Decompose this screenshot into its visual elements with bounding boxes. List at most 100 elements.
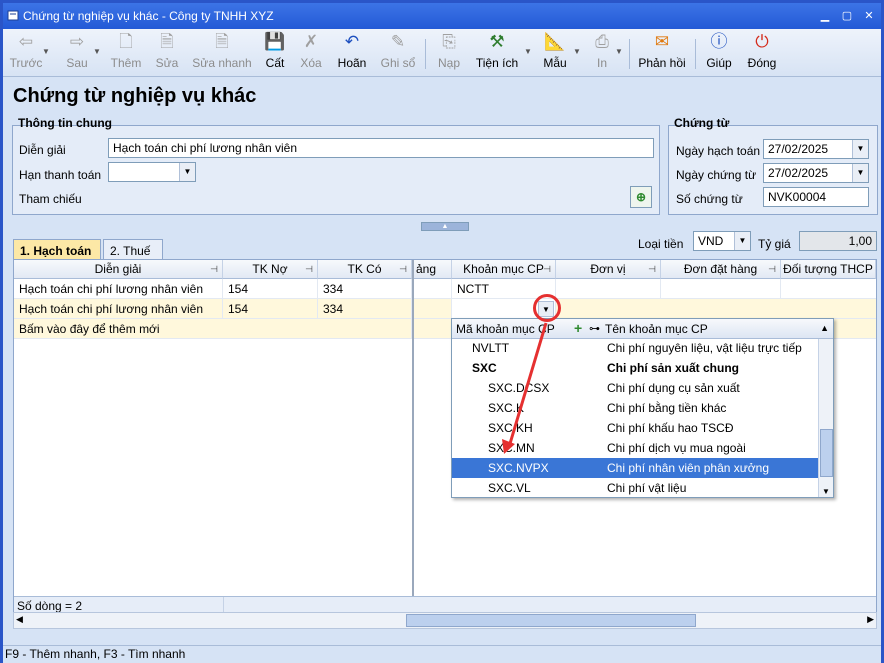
chevron-down-icon[interactable]: ▼	[822, 487, 830, 496]
template-button[interactable]: 📐 Mẫu	[541, 31, 569, 70]
cell-amount[interactable]	[414, 279, 452, 299]
arrow-right-icon[interactable]: ▶	[867, 614, 874, 625]
dropdown-item[interactable]: SXC.KH Chi phí khấu hao TSCĐ	[452, 418, 818, 438]
currency-label: Loại tiền	[638, 237, 684, 251]
arrow-left-icon: ⇦	[18, 32, 34, 51]
pin-icon[interactable]: ⊣	[210, 260, 218, 278]
maximize-icon[interactable]: ▢	[839, 9, 855, 23]
chevron-down-icon[interactable]: ▼	[42, 47, 50, 56]
scrollbar-thumb[interactable]	[406, 614, 696, 627]
cell-debit[interactable]: 154	[223, 279, 318, 299]
row-count: Số dòng = 2	[17, 599, 83, 613]
close-button[interactable]: ⏻ Đóng	[745, 31, 779, 70]
dropdown-item[interactable]: SXC.MN Chi phí dịch vụ mua ngoài	[452, 438, 818, 458]
column-header-order[interactable]: Đơn đặt hàng ⊣	[661, 260, 781, 279]
status-bar: F9 - Thêm nhanh, F3 - Tìm nhanh	[3, 645, 881, 663]
floppy-disk-icon: 💾	[264, 32, 286, 51]
plus-icon[interactable]: +	[574, 320, 582, 336]
feedback-button[interactable]: ✉ Phản hồi	[637, 31, 687, 70]
column-header-cost-object[interactable]: Đối tượng THCP	[781, 260, 876, 279]
cost-item-dropdown: Mã khoản mục CP + ⊶ Tên khoản mục CP ▲ N…	[451, 318, 834, 498]
voucher-no-label: Số chứng từ	[676, 192, 743, 206]
pin-icon[interactable]: ⊣	[768, 260, 776, 278]
minimize-icon[interactable]: ▁	[817, 9, 833, 23]
title-bar: Chứng từ nghiệp vụ khác - Công ty TNHH X…	[3, 3, 881, 29]
pin-icon[interactable]: ⊣	[305, 260, 313, 278]
dropdown-item[interactable]: SXC.K Chi phí bằng tiền khác	[452, 398, 818, 418]
help-button[interactable]: ⓘ Giúp	[703, 31, 735, 70]
cell-debit[interactable]: 154	[223, 299, 318, 319]
edit-button[interactable]: 🗎 Sửa	[153, 31, 181, 70]
column-header-amount[interactable]: ảng	[414, 260, 452, 279]
save-button[interactable]: 💾 Cất	[261, 31, 289, 70]
arrow-left-icon[interactable]: ◀	[16, 614, 23, 625]
print-button[interactable]: ⎙ In	[589, 31, 615, 70]
add-new-label[interactable]: Bấm vào đây để thêm mới	[14, 319, 412, 339]
tab-tax[interactable]: 2. Thuế	[103, 239, 163, 261]
dropdown-col-code[interactable]: Mã khoản mục CP	[456, 322, 555, 336]
dropdown-col-name[interactable]: Tên khoản mục CP	[605, 322, 708, 336]
cell-order[interactable]	[661, 279, 781, 299]
dropdown-item[interactable]: NVLTT Chi phí nguyên liệu, vật liệu trực …	[452, 338, 818, 358]
undo-icon: ↶	[344, 32, 360, 51]
column-header-description[interactable]: Diễn giải ⊣	[14, 260, 223, 279]
add-button[interactable]: 🗋 Thêm	[109, 31, 143, 70]
cell-amount[interactable]	[414, 299, 452, 319]
chevron-down-icon[interactable]: ▼	[524, 47, 532, 56]
printer-icon: ⎙	[595, 32, 609, 51]
cell-unit[interactable]	[556, 279, 661, 299]
column-header-unit[interactable]: Đơn vị ⊣	[556, 260, 661, 279]
load-button[interactable]: ⎘ Nạp	[435, 31, 463, 70]
prev-button[interactable]: ⇦ Trước	[9, 31, 43, 70]
dropdown-item[interactable]: SXC.VL Chi phí vật liệu	[452, 478, 818, 497]
column-header-debit[interactable]: TK Nợ ⊣	[223, 260, 318, 279]
dropdown-scrollbar[interactable]: ▼	[818, 339, 833, 497]
utility-button[interactable]: ⚒ Tiện ích	[475, 31, 519, 70]
dropdown-item-selected[interactable]: SXC.NVPX Chi phí nhân viên phân xưởng	[452, 458, 818, 478]
toolbar-separator	[425, 39, 426, 69]
add-reference-icon[interactable]: ⊕	[630, 186, 652, 208]
delete-icon: ✗	[303, 32, 319, 51]
app-icon	[7, 9, 19, 21]
column-header-cost-item[interactable]: Khoản mục CP ⊣	[452, 260, 556, 279]
cell-credit[interactable]: 334	[318, 279, 412, 299]
cell-credit[interactable]: 334	[318, 299, 412, 319]
voucher-no-input[interactable]: NVK00004	[763, 187, 869, 207]
tab-accounting[interactable]: 1. Hạch toán	[13, 239, 101, 261]
chevron-down-icon[interactable]: ▼	[852, 140, 868, 158]
pin-icon[interactable]: ⊣	[648, 260, 656, 278]
voucher-title: Chứng từ	[674, 116, 730, 130]
chevron-down-icon[interactable]: ▼	[852, 164, 868, 182]
exchange-rate-input[interactable]: 1,00	[799, 231, 877, 251]
post-button[interactable]: ✎ Ghi sổ	[379, 31, 417, 70]
horizontal-scrollbar[interactable]: ◀ ▶	[13, 612, 877, 629]
pin-icon[interactable]: ⊣	[543, 260, 551, 278]
power-icon: ⏻	[755, 32, 769, 51]
chevron-down-icon[interactable]: ▼	[573, 47, 581, 56]
toolbar-separator	[629, 39, 630, 69]
chevron-down-icon[interactable]: ▼	[179, 163, 195, 181]
next-button[interactable]: ⇨ Sau	[61, 31, 93, 70]
table-row[interactable]: Hạch toán chi phí lương nhân viên 154 33…	[14, 279, 876, 299]
delete-button[interactable]: ✗ Xóa	[297, 31, 325, 70]
scrollbar-thumb[interactable]	[820, 429, 833, 477]
column-header-credit[interactable]: TK Có ⊣	[318, 260, 412, 279]
chevron-down-icon[interactable]: ▼	[93, 47, 101, 56]
chevron-up-icon[interactable]: ▲	[820, 323, 829, 333]
table-row-selected[interactable]: Hạch toán chi phí lương nhân viên 154 33…	[14, 299, 876, 319]
pin-icon[interactable]: ⊣	[399, 260, 407, 278]
cell-description[interactable]: Hạch toán chi phí lương nhân viên	[14, 279, 223, 299]
tools-icon: ⚒	[489, 32, 505, 51]
quick-edit-button[interactable]: 🗎 Sửa nhanh	[191, 31, 253, 70]
close-icon[interactable]: ✕	[861, 9, 877, 23]
chevron-down-icon[interactable]: ▼	[615, 47, 623, 56]
collapse-handle[interactable]: ▲	[421, 222, 469, 231]
dropdown-item[interactable]: SXC Chi phí sản xuất chung	[452, 358, 818, 378]
dropdown-item[interactable]: SXC.DCSX Chi phí dụng cụ sản xuất	[452, 378, 818, 398]
undo-button[interactable]: ↶ Hoãn	[335, 31, 369, 70]
help-icon: ⓘ	[710, 32, 728, 51]
cell-description[interactable]: Hạch toán chi phí lương nhân viên	[14, 299, 223, 319]
description-input[interactable]: Hạch toán chi phí lương nhân viên	[108, 138, 654, 158]
binoculars-icon[interactable]: ⊶	[589, 322, 600, 335]
chevron-down-icon[interactable]: ▼	[734, 232, 750, 250]
